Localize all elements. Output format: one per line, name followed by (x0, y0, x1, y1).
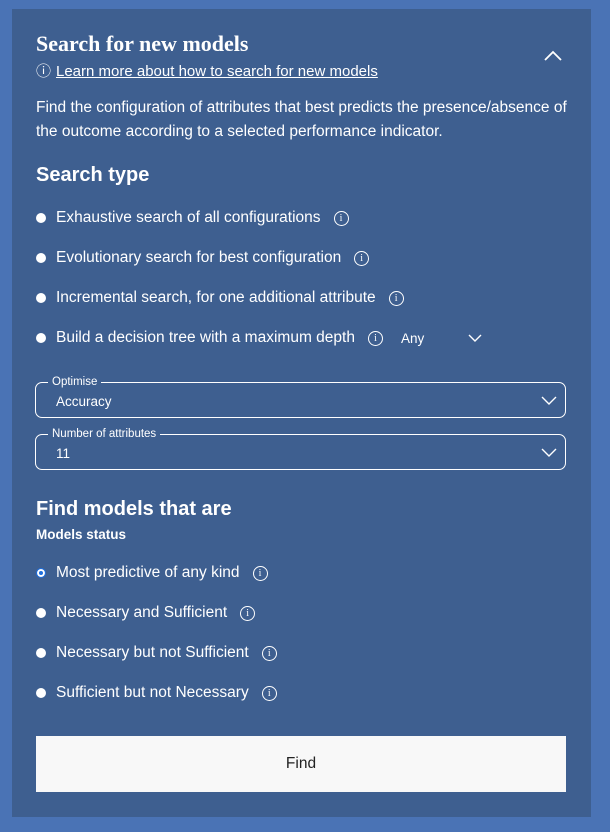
info-icon[interactable]: i (354, 250, 370, 266)
info-icon[interactable]: i (388, 290, 404, 306)
optimise-value: Accuracy (56, 394, 112, 409)
number-of-attributes-value: 11 (56, 446, 71, 461)
info-icon[interactable]: i (261, 645, 277, 661)
radio-label: Necessary and Sufficient (56, 604, 228, 621)
optimise-dropdown[interactable]: Optimise Accuracy (35, 375, 566, 418)
radio-label: Evolutionary search for best configurati… (56, 249, 342, 266)
panel-description: Find the configuration of attributes tha… (36, 99, 567, 140)
radio-evolutionary-search[interactable]: Evolutionary search for best configurati… (36, 246, 370, 270)
number-of-attributes-dropdown[interactable]: Number of attributes 11 (35, 427, 566, 470)
radio-button[interactable] (36, 253, 46, 263)
info-icon[interactable]: i (252, 565, 268, 581)
chevron-down-icon[interactable] (541, 447, 557, 457)
chevron-down-icon[interactable] (541, 395, 557, 405)
radio-label: Exhaustive search of all configurations (56, 209, 321, 226)
chevron-up-icon[interactable] (542, 47, 564, 65)
radio-label: Build a decision tree with a maximum dep… (56, 329, 355, 346)
radio-sufficient-not-necessary[interactable]: Sufficient but not Necessary i (36, 681, 277, 705)
radio-button[interactable] (36, 333, 46, 343)
radio-button[interactable] (36, 293, 46, 303)
radio-button[interactable] (36, 648, 46, 658)
info-icon[interactable]: i (367, 330, 383, 346)
radio-button[interactable] (36, 213, 46, 223)
radio-exhaustive-search[interactable]: Exhaustive search of all configurations … (36, 206, 349, 230)
radio-necessary-and-sufficient[interactable]: Necessary and Sufficient i (36, 601, 256, 625)
learn-more-link[interactable]: Learn more about how to search for new m… (56, 63, 378, 80)
search-type-heading: Search type (36, 164, 150, 186)
radio-label: Most predictive of any kind (56, 564, 240, 581)
optimise-caption: Optimise (48, 375, 102, 389)
radio-button-selected[interactable] (36, 568, 46, 578)
chevron-down-icon[interactable] (468, 333, 482, 343)
radio-necessary-not-sufficient[interactable]: Necessary but not Sufficient i (36, 641, 277, 665)
radio-button[interactable] (36, 688, 46, 698)
radio-label: Incremental search, for one additional a… (56, 289, 376, 306)
find-models-heading: Find models that are (36, 498, 232, 520)
learn-more-row: ⓘ Learn more about how to search for new … (36, 60, 378, 81)
models-status-subheading: Models status (36, 527, 127, 542)
radio-most-predictive[interactable]: Most predictive of any kind i (36, 561, 268, 585)
depth-dropdown-value[interactable]: Any (401, 331, 424, 346)
info-icon[interactable]: i (240, 605, 256, 621)
search-panel: Search for new models ⓘ Learn more about … (12, 9, 591, 817)
info-icon[interactable]: i (333, 210, 349, 226)
panel-title: Search for new models (36, 31, 249, 56)
radio-incremental-search[interactable]: Incremental search, for one additional a… (36, 286, 404, 310)
number-of-attributes-caption: Number of attributes (48, 427, 161, 441)
radio-label: Necessary but not Sufficient (56, 644, 249, 661)
radio-label: Sufficient but not Necessary (56, 684, 249, 701)
radio-button[interactable] (36, 608, 46, 618)
info-icon[interactable]: i (261, 685, 277, 701)
radio-decision-tree[interactable]: Build a decision tree with a maximum dep… (36, 326, 482, 350)
info-icon: ⓘ (36, 63, 52, 80)
find-button[interactable]: Find (36, 736, 566, 792)
